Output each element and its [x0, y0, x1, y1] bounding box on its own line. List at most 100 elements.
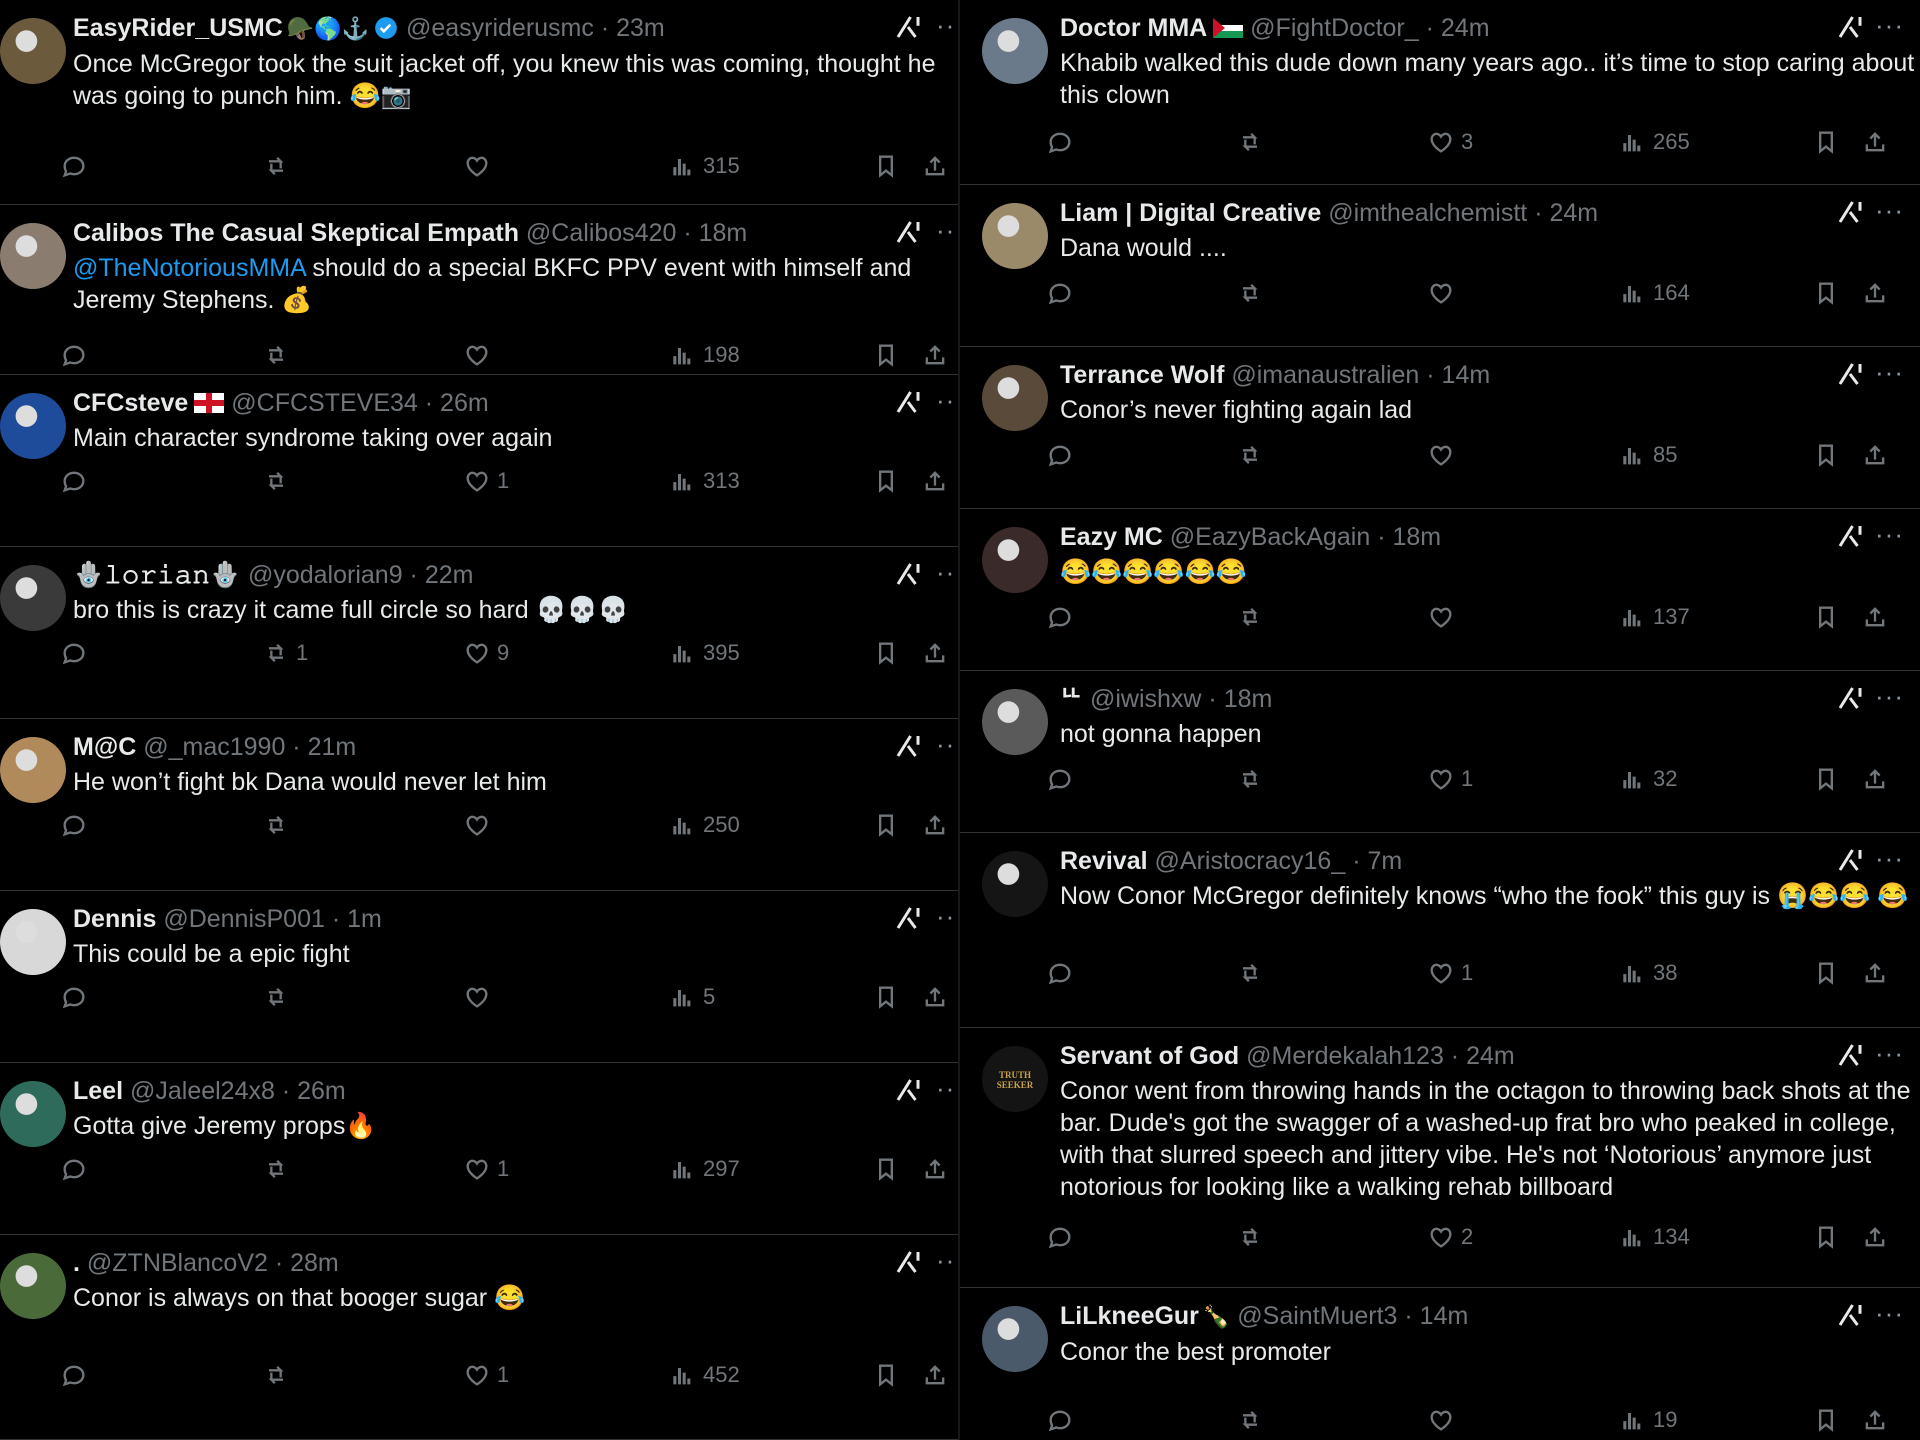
views-button[interactable]: 38 — [1619, 959, 1677, 987]
share-button[interactable] — [1861, 603, 1889, 631]
handle[interactable]: @_mac1990 — [143, 733, 285, 761]
repost-button[interactable] — [262, 341, 296, 369]
bookmark-button[interactable] — [1812, 279, 1840, 307]
share-button[interactable] — [921, 639, 949, 667]
bookmark-button[interactable] — [872, 1155, 900, 1183]
repost-button[interactable] — [1236, 1223, 1270, 1251]
more-options-icon[interactable]: ··· — [1875, 519, 1904, 550]
post[interactable]: LiLkneeGur 🍾 @SaintMuert3 · 14m Conor the … — [960, 1288, 1920, 1440]
repost-button[interactable] — [262, 1361, 296, 1389]
avatar[interactable] — [982, 18, 1048, 84]
share-button[interactable] — [921, 152, 949, 180]
bookmark-button[interactable] — [1812, 441, 1840, 469]
avatar[interactable] — [982, 851, 1048, 917]
like-button[interactable] — [463, 811, 497, 839]
handle[interactable]: @imanaustralien — [1231, 361, 1419, 389]
post[interactable]: Calibos The Casual Skeptical Empath @Cal… — [0, 205, 958, 375]
avatar[interactable] — [0, 565, 66, 631]
like-button[interactable]: 2 — [1427, 1223, 1473, 1251]
share-button[interactable] — [1861, 279, 1889, 307]
timestamp[interactable]: 26m — [297, 1077, 346, 1105]
bookmark-button[interactable] — [1812, 1223, 1840, 1251]
repost-button[interactable] — [262, 811, 296, 839]
reply-button[interactable] — [60, 811, 94, 839]
handle[interactable]: @EazyBackAgain — [1170, 523, 1370, 551]
views-button[interactable]: 250 — [669, 811, 740, 839]
views-button[interactable]: 452 — [669, 1361, 740, 1389]
bookmark-button[interactable] — [872, 341, 900, 369]
like-button[interactable]: 9 — [463, 639, 509, 667]
like-button[interactable]: 1 — [463, 1155, 509, 1183]
share-button[interactable] — [921, 811, 949, 839]
post[interactable]: Terrance Wolf @imanaustralien · 14m Conor… — [960, 347, 1920, 509]
views-button[interactable]: 32 — [1619, 765, 1677, 793]
handle[interactable]: @easyriderusmc — [406, 14, 594, 42]
reply-button[interactable] — [1046, 1223, 1080, 1251]
repost-button[interactable] — [262, 152, 296, 180]
display-name[interactable]: Servant of God — [1060, 1042, 1239, 1070]
reply-button[interactable] — [60, 152, 94, 180]
share-button[interactable] — [921, 467, 949, 495]
avatar[interactable] — [982, 203, 1048, 269]
repost-button[interactable] — [1236, 603, 1270, 631]
like-button[interactable] — [1427, 1406, 1461, 1434]
grok-icon[interactable] — [893, 1247, 923, 1284]
grok-icon[interactable] — [893, 731, 923, 768]
more-options-icon[interactable]: ··· — [936, 557, 958, 588]
reply-button[interactable] — [60, 1155, 94, 1183]
like-button[interactable]: 1 — [463, 467, 509, 495]
share-button[interactable] — [1861, 1406, 1889, 1434]
handle[interactable]: @imthealchemistt — [1328, 199, 1527, 227]
more-options-icon[interactable]: ··· — [936, 10, 958, 41]
like-button[interactable] — [1427, 603, 1461, 631]
reply-button[interactable] — [1046, 1406, 1080, 1434]
post[interactable]: Eazy MC @EazyBackAgain · 18m 😂😂😂😂😂😂 ··· 137 — [960, 509, 1920, 671]
grok-icon[interactable] — [1835, 845, 1865, 882]
avatar[interactable] — [982, 1306, 1048, 1372]
like-button[interactable] — [463, 152, 497, 180]
display-name[interactable]: Calibos The Casual Skeptical Empath — [73, 219, 519, 247]
display-name[interactable]: Dennis — [73, 905, 156, 933]
display-name[interactable]: CFCsteve — [73, 389, 188, 417]
handle[interactable]: @yodalorian9 — [248, 561, 403, 589]
bookmark-button[interactable] — [872, 811, 900, 839]
grok-icon[interactable] — [893, 217, 923, 254]
share-button[interactable] — [1861, 959, 1889, 987]
share-button[interactable] — [921, 983, 949, 1011]
grok-icon[interactable] — [893, 903, 923, 940]
handle[interactable]: @iwishxw — [1090, 685, 1202, 713]
share-button[interactable] — [1861, 1223, 1889, 1251]
post[interactable]: ᄔ @iwishxw · 18m not gonna happen ··· 1 32 — [960, 671, 1920, 833]
more-options-icon[interactable]: ··· — [1875, 681, 1904, 712]
repost-button[interactable] — [1236, 959, 1270, 987]
more-options-icon[interactable]: ··· — [1875, 195, 1904, 226]
bookmark-button[interactable] — [872, 152, 900, 180]
grok-icon[interactable] — [1835, 683, 1865, 720]
reply-button[interactable] — [1046, 279, 1080, 307]
avatar[interactable] — [0, 1253, 66, 1319]
avatar[interactable] — [0, 737, 66, 803]
mention-link[interactable]: @TheNotoriousMMA — [73, 254, 305, 282]
display-name[interactable]: . — [73, 1249, 80, 1277]
like-button[interactable]: 1 — [1427, 959, 1473, 987]
views-button[interactable]: 198 — [669, 341, 740, 369]
like-button[interactable]: 3 — [1427, 128, 1473, 156]
views-button[interactable]: 315 — [669, 152, 740, 180]
repost-button[interactable] — [262, 983, 296, 1011]
post[interactable]: Dennis @DennisP001 · 1m This could be a e… — [0, 891, 958, 1063]
grok-icon[interactable] — [893, 12, 923, 49]
timestamp[interactable]: 18m — [1392, 523, 1441, 551]
reply-button[interactable] — [1046, 603, 1080, 631]
grok-icon[interactable] — [1835, 12, 1865, 49]
grok-icon[interactable] — [1835, 521, 1865, 558]
avatar[interactable] — [0, 223, 66, 289]
share-button[interactable] — [921, 1361, 949, 1389]
views-button[interactable]: 265 — [1619, 128, 1690, 156]
display-name[interactable]: Revival — [1060, 847, 1148, 875]
share-button[interactable] — [1861, 441, 1889, 469]
reply-button[interactable] — [1046, 441, 1080, 469]
post[interactable]: Liam | Digital Creative @imthealchemistt… — [960, 185, 1920, 347]
more-options-icon[interactable]: ··· — [936, 901, 958, 932]
display-name[interactable]: Leel — [73, 1077, 123, 1105]
avatar[interactable] — [0, 18, 66, 84]
